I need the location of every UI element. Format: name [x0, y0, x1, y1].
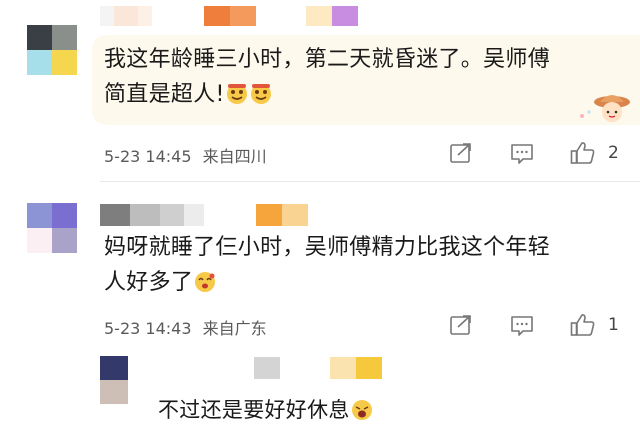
- comment-text-line: 妈呀就睡了仨小时，吴师傅精力比我这个年轻: [104, 235, 551, 260]
- comment-text: 我这年龄睡三小时，第二天就昏迷了。吴师傅 简直是超人!: [104, 42, 550, 116]
- comment-text-line: 简直是超人!: [104, 82, 225, 107]
- avatar[interactable]: [27, 203, 77, 253]
- comment-date: 5-23 14:45: [104, 147, 192, 166]
- user-badge-blur: [204, 6, 256, 26]
- thumbs-up-icon[interactable]: [570, 313, 596, 341]
- avatar[interactable]: [100, 356, 128, 404]
- comment-text-line: 人好多了: [104, 270, 194, 295]
- like-count: 2: [608, 143, 619, 163]
- comment-location: 来自四川: [202, 147, 267, 166]
- comment-location: 来自广东: [202, 319, 267, 338]
- comment-icon[interactable]: [510, 315, 534, 341]
- user-badge-blur: [256, 204, 308, 226]
- user-badge-blur: [330, 357, 382, 379]
- username-blur: [100, 204, 204, 226]
- comment-text-line: 我这年龄睡三小时，第二天就昏迷了。吴师傅: [104, 47, 551, 72]
- emoji-icon: [350, 397, 374, 432]
- comment-icon[interactable]: [510, 143, 534, 169]
- divider: [100, 181, 640, 182]
- reply-text-line: 不过还是要好好休息: [158, 398, 350, 422]
- comment-meta: 5-23 14:45 来自四川: [104, 143, 267, 167]
- avatar[interactable]: [27, 25, 77, 75]
- share-icon[interactable]: [450, 143, 472, 167]
- user-badge-blur: [306, 6, 358, 26]
- like-count: 1: [608, 315, 619, 335]
- thumbs-up-icon[interactable]: [570, 141, 596, 169]
- reply-text: 不过还是要好好休息: [158, 393, 374, 432]
- emoji-icon: [193, 269, 217, 304]
- username-blur: [100, 6, 152, 26]
- emoji-icon: [249, 81, 273, 116]
- username-blur: [254, 357, 280, 379]
- comment-text: 妈呀就睡了仨小时，吴师傅精力比我这个年轻 人好多了: [104, 230, 550, 304]
- comment-meta: 5-23 14:43 来自广东: [104, 315, 267, 339]
- decorative-hat-girl-icon: [576, 90, 632, 130]
- comment-date: 5-23 14:43: [104, 319, 192, 338]
- emoji-icon: [225, 81, 249, 116]
- share-icon[interactable]: [450, 315, 472, 339]
